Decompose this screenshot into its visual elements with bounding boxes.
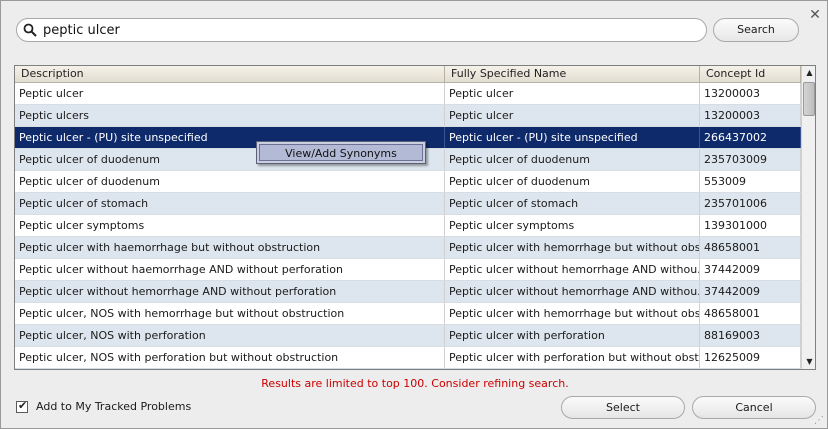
view-add-synonyms-menu-item[interactable]: View/Add Synonyms [259,144,423,161]
fully-specified-name-cell: Peptic ulcer [445,105,700,126]
concept-id-cell: 12625009 [700,347,801,368]
fully-specified-name-cell: Peptic ulcer with perforation but withou… [445,347,700,368]
concept-id-cell: 37442009 [700,259,801,280]
scrollbar-thumb[interactable] [803,82,815,116]
table-row[interactable]: Peptic ulcer, NOS with perforation Peptic… [15,325,801,347]
description-cell: Peptic ulcer [15,83,445,104]
description-cell: Peptic ulcer symptoms [15,215,445,236]
table-body: Peptic ulcer Peptic ulcer 13200003 Peptic u… [15,83,801,369]
column-header-description[interactable]: Description [15,66,445,83]
context-menu: View/Add Synonyms [256,141,426,164]
fully-specified-name-cell: Peptic ulcer of duodenum [445,149,700,170]
concept-id-cell: 88169003 [700,325,801,346]
concept-id-cell: 235703009 [700,149,801,170]
table-row[interactable]: Peptic ulcer symptoms Peptic ulcer sympto… [15,215,801,237]
concept-id-cell: 553009 [700,171,801,192]
search-box[interactable] [16,18,707,42]
description-cell: Peptic ulcer, NOS with perforation but w… [15,347,445,368]
concept-id-cell: 235701006 [700,193,801,214]
fully-specified-name-cell: Peptic ulcer - (PU) site unspecified [445,127,700,148]
table-row[interactable]: Peptic ulcer, NOS with hemorrhage but wi… [15,303,801,325]
column-header-concept-id[interactable]: Concept Id [700,66,801,83]
select-button[interactable]: Select [561,396,685,419]
tracked-problems-label: Add to My Tracked Problems [36,400,192,413]
description-cell: Peptic ulcer of duodenum [15,171,445,192]
chevron-down-icon[interactable]: ▼ [802,355,815,369]
concept-id-cell: 266437002 [700,127,801,148]
concept-id-cell: 13200003 [700,105,801,126]
concept-id-cell: 13200003 [700,83,801,104]
search-icon [23,22,39,38]
concept-id-cell: 139301000 [700,215,801,236]
fully-specified-name-cell: Peptic ulcer of stomach [445,193,700,214]
table-row[interactable]: Peptic ulcer with haemorrhage but withou… [15,237,801,259]
tracked-problems-option[interactable]: ✔ Add to My Tracked Problems [16,398,192,413]
concept-id-cell: 48658001 [700,303,801,324]
table-row[interactable]: Peptic ulcer, NOS with perforation but w… [15,347,801,369]
results-limit-message: Results are limited to top 100. Consider… [261,377,569,390]
fully-specified-name-cell: Peptic ulcer symptoms [445,215,700,236]
concept-id-cell: 37442009 [700,281,801,302]
description-cell: Peptic ulcers [15,105,445,126]
description-cell: Peptic ulcer, NOS with hemorrhage but wi… [15,303,445,324]
fully-specified-name-cell: Peptic ulcer with hemorrhage but without… [445,237,700,258]
table-row[interactable]: Peptic ulcer without hemorrhage AND with… [15,281,801,303]
resize-grip-icon[interactable]: ⋰ [814,415,826,427]
fully-specified-name-cell: Peptic ulcer with hemorrhage but without… [445,303,700,324]
search-button[interactable]: Search [713,18,799,42]
table-row[interactable]: Peptic ulcer of duodenum Peptic ulcer of … [15,171,801,193]
results-table: Description Fully Specified Name Concept… [14,65,816,370]
fully-specified-name-cell: Peptic ulcer without hemorrhage AND with… [445,259,700,280]
tracked-problems-checkbox[interactable]: ✔ [16,398,28,413]
checkmark-icon: ✔ [18,398,28,412]
table-row[interactable]: Peptic ulcer of stomach Peptic ulcer of s… [15,193,801,215]
description-cell: Peptic ulcer without haemorrhage AND wit… [15,259,445,280]
search-dialog: ✕ Search Description Fully Specified Nam… [0,0,828,429]
table-row[interactable]: Peptic ulcer Peptic ulcer 13200003 [15,83,801,105]
chevron-up-icon[interactable]: ▲ [802,66,815,80]
search-input[interactable] [43,22,683,38]
vertical-scrollbar[interactable]: ▲ ▼ [801,66,815,369]
description-cell: Peptic ulcer, NOS with perforation [15,325,445,346]
table-row[interactable]: Peptic ulcer without haemorrhage AND wit… [15,259,801,281]
concept-id-cell: 48658001 [700,237,801,258]
fully-specified-name-cell: Peptic ulcer without hemorrhage AND with… [445,281,700,302]
table-header: Description Fully Specified Name Concept… [15,66,801,83]
description-cell: Peptic ulcer of stomach [15,193,445,214]
cancel-button[interactable]: Cancel [692,396,816,419]
fully-specified-name-cell: Peptic ulcer [445,83,700,104]
column-header-fully-specified-name[interactable]: Fully Specified Name [445,66,700,83]
table-row[interactable]: Peptic ulcers Peptic ulcer 13200003 [15,105,801,127]
description-cell: Peptic ulcer without hemorrhage AND with… [15,281,445,302]
fully-specified-name-cell: Peptic ulcer with perforation [445,325,700,346]
description-cell: Peptic ulcer with haemorrhage but withou… [15,237,445,258]
close-icon[interactable]: ✕ [805,5,825,25]
fully-specified-name-cell: Peptic ulcer of duodenum [445,171,700,192]
